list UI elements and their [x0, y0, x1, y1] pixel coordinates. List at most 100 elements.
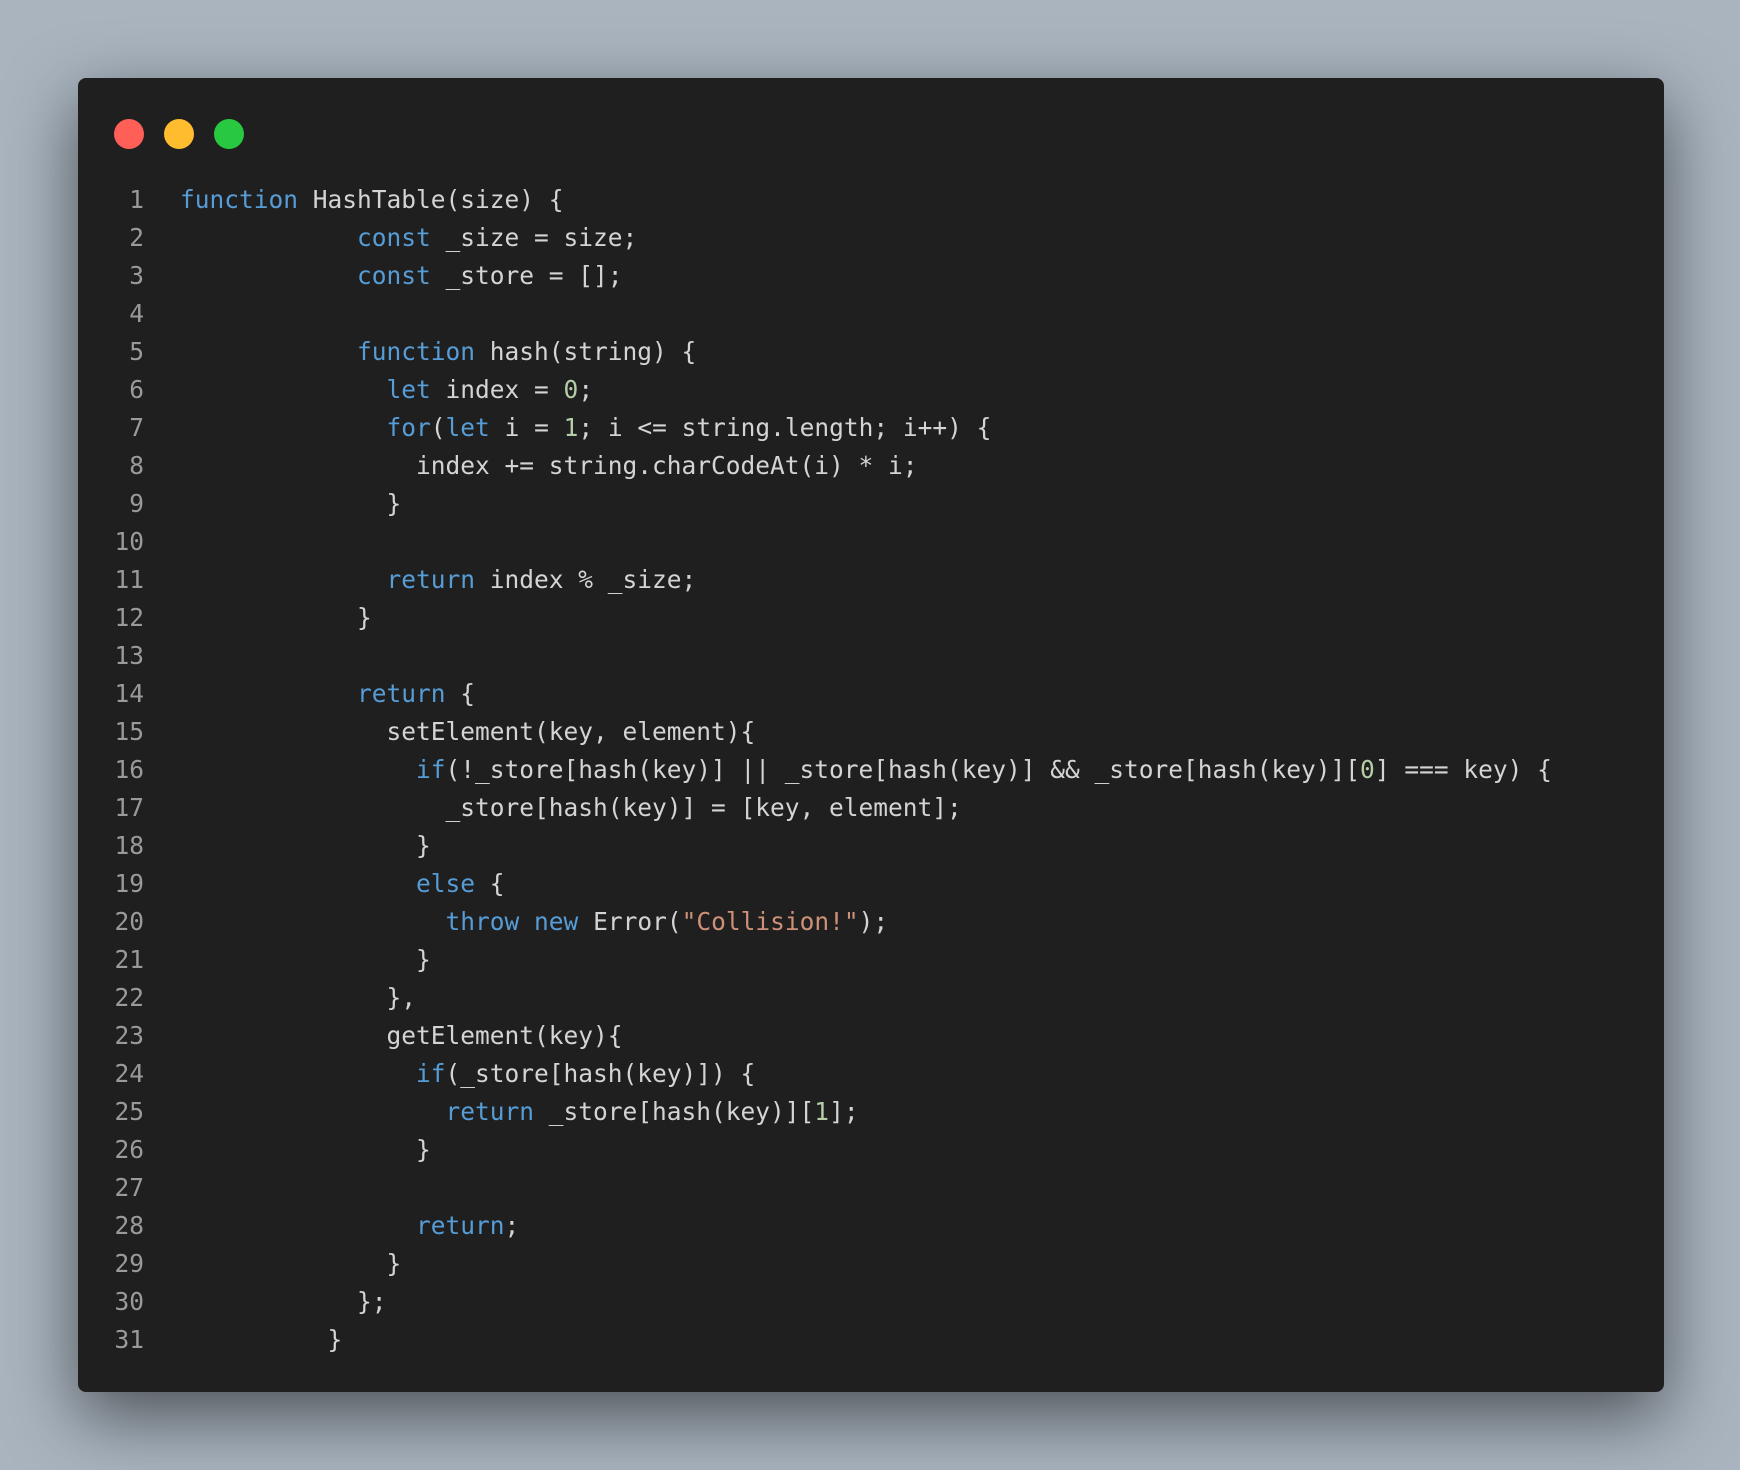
line-number: 21 [114, 944, 144, 974]
code-token: ] === key) { [1374, 754, 1552, 784]
keyword-token: throw [445, 906, 520, 936]
code-line: 13 [78, 636, 1664, 674]
string-token: "Collision!" [681, 906, 859, 936]
code-line: 14 return { [78, 674, 1664, 712]
keyword-token: const [357, 222, 431, 252]
keyword-token: for [386, 412, 431, 442]
code-text: } [144, 831, 431, 860]
line-number: 28 [114, 1210, 144, 1240]
line-number: 10 [114, 526, 144, 556]
code-line: 1 function HashTable(size) { [78, 180, 1664, 218]
code-token: Error( [578, 906, 682, 936]
line-number: 29 [114, 1248, 144, 1278]
code-text: } [144, 603, 372, 632]
line-number: 13 [114, 640, 144, 670]
code-text: }, [144, 983, 417, 1012]
window-controls [114, 119, 244, 149]
keyword-token: return [416, 1210, 505, 1240]
code-token: _store[hash(key)][ [534, 1096, 815, 1126]
code-text: const _store = []; [144, 261, 623, 290]
line-number: 1 [129, 184, 144, 214]
number-token: 0 [563, 374, 579, 404]
code-line: 2 const _size = size; [78, 218, 1664, 256]
code-token: } [180, 488, 402, 518]
code-text: const _size = size; [144, 223, 637, 252]
code-token: index = [430, 374, 564, 404]
line-number: 8 [129, 450, 144, 480]
keyword-token: function [357, 336, 476, 366]
code-text: throw new Error("Collision!"); [144, 906, 889, 936]
line-number: 16 [114, 754, 144, 784]
line-number: 14 [114, 678, 144, 708]
code-token: }; [180, 1286, 387, 1316]
line-number: 3 [129, 260, 144, 290]
code-line: 20 throw new Error("Collision!"); [78, 902, 1664, 940]
code-token: { [445, 678, 476, 708]
code-token: ; i <= string.length; i++) { [578, 412, 992, 442]
code-line: 22 }, [78, 978, 1664, 1016]
code-editor[interactable]: 1 function HashTable(size) {2 const _size… [78, 180, 1664, 1358]
code-line: 12 } [78, 598, 1664, 636]
code-token: } [180, 1134, 431, 1164]
minimize-button[interactable] [164, 119, 194, 149]
code-text: } [144, 488, 402, 518]
code-token: _store[hash(key)] = [key, element]; [180, 792, 962, 822]
code-window: 1 function HashTable(size) {2 const _size… [78, 78, 1664, 1392]
code-line: 31 } [78, 1320, 1664, 1358]
code-line: 28 return; [78, 1206, 1664, 1244]
number-token: 1 [814, 1096, 830, 1126]
code-line: 23 getElement(key){ [78, 1016, 1664, 1054]
code-line: 8 index += string.charCodeAt(i) * i; [78, 446, 1664, 484]
code-line: 24 if(_store[hash(key)]) { [78, 1054, 1664, 1092]
line-number: 11 [114, 564, 144, 594]
code-line: 18 } [78, 826, 1664, 864]
code-text: else { [144, 869, 505, 898]
line-number: 7 [129, 412, 144, 442]
code-token: } [180, 944, 431, 974]
line-number: 12 [114, 602, 144, 632]
line-number: 24 [114, 1058, 144, 1088]
keyword-token: const [357, 260, 431, 290]
code-line: 9 } [78, 484, 1664, 522]
code-line: 4 [78, 294, 1664, 332]
line-number: 18 [114, 830, 144, 860]
keyword-token: return [357, 678, 446, 708]
code-text: return index % _size; [144, 565, 697, 594]
code-text: getElement(key){ [144, 1021, 623, 1050]
code-token: ; [504, 1210, 520, 1240]
code-line: 27 [78, 1168, 1664, 1206]
code-token: { [475, 868, 505, 898]
line-number: 5 [129, 336, 144, 366]
keyword-token: if [416, 754, 446, 784]
code-token: ); [858, 906, 889, 936]
code-text: if(_store[hash(key)]) { [144, 1059, 755, 1088]
code-token: index += string.charCodeAt(i) * i; [180, 450, 918, 480]
code-text: return _store[hash(key)][1]; [144, 1097, 859, 1126]
code-text: let index = 0; [144, 374, 594, 404]
code-token: ; [578, 374, 594, 404]
code-token: ]; [829, 1096, 859, 1126]
code-token: } [180, 830, 431, 860]
line-number: 20 [114, 906, 144, 936]
maximize-button[interactable] [214, 119, 244, 149]
close-button[interactable] [114, 119, 144, 149]
line-number: 25 [114, 1096, 144, 1126]
code-token: getElement(key){ [180, 1020, 623, 1050]
code-line: 7 for(let i = 1; i <= string.length; i++… [78, 408, 1664, 446]
code-token: setElement(key, element){ [180, 716, 756, 746]
code-token: hash(string) { [475, 336, 697, 366]
code-text: } [144, 1248, 402, 1278]
line-number: 6 [129, 374, 144, 404]
code-line: 30 }; [78, 1282, 1664, 1320]
code-line: 5 function hash(string) { [78, 332, 1664, 370]
code-token: } [180, 602, 372, 632]
code-text: return { [144, 679, 475, 708]
code-token: } [180, 1248, 402, 1278]
